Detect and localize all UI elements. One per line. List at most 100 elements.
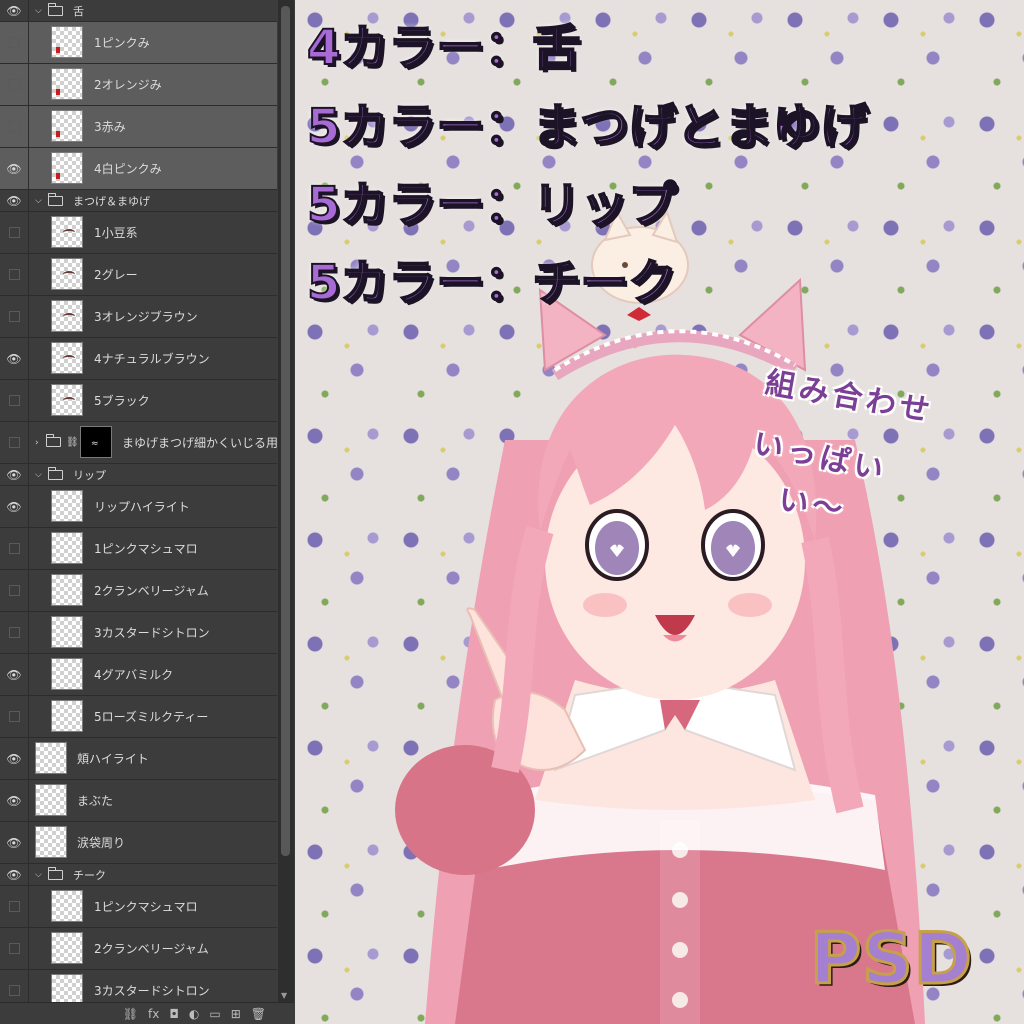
chevron-down-icon[interactable]: ⌵	[35, 6, 42, 16]
layer-row[interactable]: 👁 4白ピンクみ	[0, 148, 277, 190]
chevron-down-icon[interactable]: ⌵	[35, 196, 42, 206]
layer-row[interactable]: 3赤み	[0, 106, 277, 148]
layer-row[interactable]: 2クランベリージャム	[0, 570, 277, 612]
layer-thumbnail[interactable]	[51, 700, 83, 732]
layer-row[interactable]: 👁 リップハイライト	[0, 486, 277, 528]
layer-thumbnail[interactable]	[51, 932, 83, 964]
visibility-toggle[interactable]	[0, 296, 29, 337]
trash-icon[interactable]: 🗑	[251, 1007, 266, 1021]
layer-thumbnail[interactable]	[51, 532, 83, 564]
visibility-empty-box[interactable]	[8, 711, 20, 722]
layer-thumbnail[interactable]	[51, 574, 83, 606]
chevron-down-icon[interactable]: ⌵	[35, 870, 42, 880]
visibility-toggle[interactable]: 👁	[0, 190, 29, 211]
layer-thumbnail[interactable]	[51, 216, 83, 248]
fx-icon[interactable]: fx	[148, 1007, 159, 1021]
layer-row[interactable]: 👁 4グアバミルク	[0, 654, 277, 696]
layer-row[interactable]: 👁 4ナチュラルブラウン	[0, 338, 277, 380]
layer-thumbnail[interactable]	[51, 342, 83, 374]
layer-row[interactable]: 2クランベリージャム	[0, 928, 277, 970]
visibility-toggle[interactable]	[0, 570, 29, 611]
layer-row[interactable]: 👁 涙袋周り	[0, 822, 277, 864]
visibility-empty-box[interactable]	[8, 79, 20, 90]
layer-group-row[interactable]: 👁 ⌵ リップ	[0, 464, 277, 486]
layer-thumbnail[interactable]	[51, 110, 83, 142]
layer-thumbnail[interactable]	[35, 742, 67, 774]
layer-thumbnail[interactable]	[51, 300, 83, 332]
mask-icon[interactable]: ◘	[169, 1007, 179, 1021]
layer-row[interactable]: 1ピンクマシュマロ	[0, 528, 277, 570]
visibility-toggle[interactable]: 👁	[0, 780, 29, 821]
mask-link-icon[interactable]: ⛓	[66, 437, 79, 448]
visibility-toggle[interactable]	[0, 886, 29, 927]
visibility-toggle[interactable]: 👁	[0, 738, 29, 779]
visibility-toggle[interactable]	[0, 528, 29, 569]
eye-icon[interactable]: 👁	[6, 5, 21, 17]
layer-row[interactable]: 2オレンジみ	[0, 64, 277, 106]
scroll-down-arrow-icon[interactable]: ▼	[281, 991, 287, 1000]
visibility-toggle[interactable]: 👁	[0, 486, 29, 527]
layer-row[interactable]: 👁 まぶた	[0, 780, 277, 822]
layer-group-row[interactable]: 👁 ⌵ チーク	[0, 864, 277, 886]
eye-icon[interactable]: 👁	[6, 469, 21, 481]
chevron-down-icon[interactable]: ⌵	[35, 470, 42, 480]
visibility-toggle[interactable]	[0, 254, 29, 295]
visibility-toggle[interactable]	[0, 928, 29, 969]
visibility-toggle[interactable]: 👁	[0, 822, 29, 863]
layer-row[interactable]: 5ローズミルクティー	[0, 696, 277, 738]
visibility-empty-box[interactable]	[8, 627, 20, 638]
visibility-toggle[interactable]: 👁	[0, 148, 29, 189]
layer-row[interactable]: 3カスタードシトロン	[0, 612, 277, 654]
layer-group-row[interactable]: 👁 ⌵ まつげ＆まゆげ	[0, 190, 277, 212]
visibility-toggle[interactable]	[0, 106, 29, 147]
visibility-toggle[interactable]: 👁	[0, 464, 29, 485]
layer-row[interactable]: 1ピンクマシュマロ	[0, 886, 277, 928]
visibility-toggle[interactable]	[0, 64, 29, 105]
visibility-toggle[interactable]: 👁	[0, 654, 29, 695]
eye-icon[interactable]: 👁	[6, 669, 21, 681]
layer-thumbnail[interactable]	[51, 68, 83, 100]
layer-row[interactable]: 2グレー	[0, 254, 277, 296]
visibility-empty-box[interactable]	[8, 943, 20, 954]
layer-thumbnail[interactable]	[51, 658, 83, 690]
layer-thumbnail[interactable]	[51, 26, 83, 58]
layer-thumbnail[interactable]	[35, 784, 67, 816]
new-layer-icon[interactable]: ⊞	[231, 1007, 241, 1021]
visibility-toggle[interactable]: 👁	[0, 0, 29, 21]
eye-icon[interactable]: 👁	[6, 869, 21, 881]
layer-thumbnail[interactable]	[51, 490, 83, 522]
visibility-toggle[interactable]	[0, 612, 29, 653]
visibility-empty-box[interactable]	[8, 437, 20, 448]
layer-row[interactable]: 1小豆系	[0, 212, 277, 254]
layer-mask-thumbnail[interactable]: ≈	[80, 426, 112, 458]
visibility-toggle[interactable]	[0, 380, 29, 421]
visibility-empty-box[interactable]	[8, 311, 20, 322]
layer-thumbnail[interactable]	[35, 826, 67, 858]
eye-icon[interactable]: 👁	[6, 795, 21, 807]
visibility-empty-box[interactable]	[8, 395, 20, 406]
visibility-empty-box[interactable]	[8, 121, 20, 132]
visibility-toggle[interactable]: 👁	[0, 338, 29, 379]
layer-group-row[interactable]: 👁 ⌵ 舌	[0, 0, 277, 22]
chevron-right-icon[interactable]: ›	[35, 438, 39, 448]
layer-thumbnail[interactable]	[51, 152, 83, 184]
layer-row[interactable]: 1ピンクみ	[0, 22, 277, 64]
eye-icon[interactable]: 👁	[6, 353, 21, 365]
adjustment-icon[interactable]: ◐	[189, 1007, 199, 1021]
layer-row[interactable]: 3オレンジブラウン	[0, 296, 277, 338]
scrollbar-thumb[interactable]	[281, 6, 290, 856]
visibility-empty-box[interactable]	[8, 37, 20, 48]
layer-thumbnail[interactable]	[51, 258, 83, 290]
layer-thumbnail[interactable]	[51, 616, 83, 648]
link-icon[interactable]: ⛓	[123, 1007, 138, 1021]
visibility-empty-box[interactable]	[8, 585, 20, 596]
visibility-toggle[interactable]	[0, 696, 29, 737]
visibility-toggle[interactable]	[0, 212, 29, 253]
eye-icon[interactable]: 👁	[6, 753, 21, 765]
eye-icon[interactable]: 👁	[6, 163, 21, 175]
layer-row[interactable]: › ⛓ ≈ まゆげまつげ細かくいじる用	[0, 422, 278, 464]
eye-icon[interactable]: 👁	[6, 501, 21, 513]
layer-row[interactable]: 👁 頬ハイライト	[0, 738, 277, 780]
visibility-empty-box[interactable]	[8, 543, 20, 554]
layer-thumbnail[interactable]	[51, 890, 83, 922]
